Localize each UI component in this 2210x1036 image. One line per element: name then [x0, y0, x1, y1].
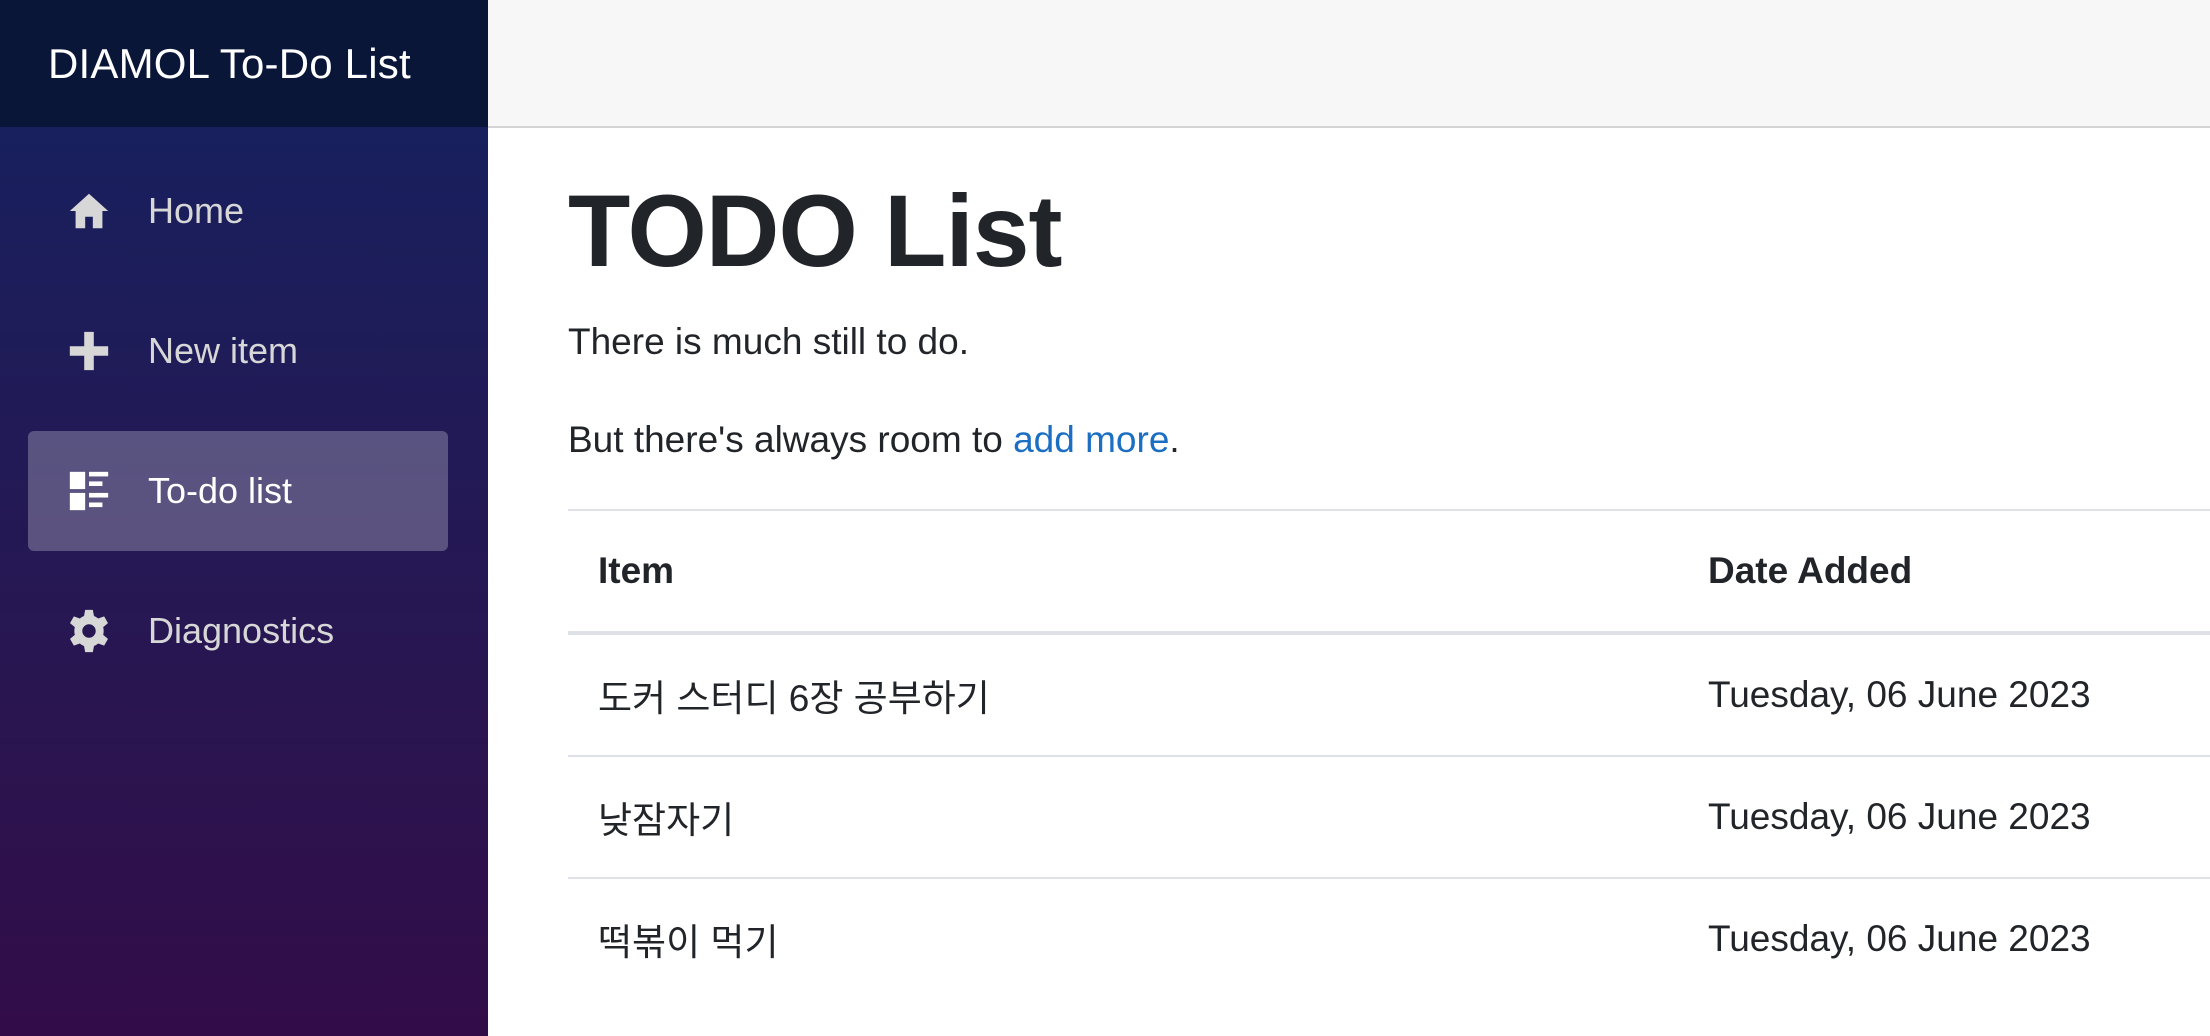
sidebar-item-label: New item [148, 330, 299, 371]
page-title: TODO List [568, 174, 1062, 288]
sidebar-nav: Home New item To-do list Diagnostics [0, 127, 488, 691]
top-row [488, 0, 2210, 128]
item-cell: 낮잠자기 [568, 755, 1678, 879]
plus-icon [66, 328, 112, 374]
date-cell: Tuesday, 06 June 2023 [1678, 632, 2210, 757]
brand-link[interactable]: DIAMOL To-Do List [48, 40, 411, 88]
item-cell: 도커 스터디 6장 공부하기 [568, 632, 1678, 757]
item-cell: 떡볶이 먹기 [568, 877, 1678, 1000]
table-header-row: Item Date Added [568, 509, 2210, 636]
brand-bar: DIAMOL To-Do List [0, 0, 488, 127]
sidebar-item-diagnostics[interactable]: Diagnostics [28, 571, 448, 691]
list-icon [66, 468, 112, 514]
sidebar-item-label: Home [148, 190, 245, 231]
content: TODO List There is much still to do. But… [488, 128, 2210, 1000]
add-more-suffix: . [1169, 419, 1180, 461]
lead-text: There is much still to do. [568, 321, 969, 363]
sidebar-item-label: To-do list [148, 470, 293, 511]
add-more-link[interactable]: add more [1013, 419, 1169, 460]
table-row: 떡볶이 먹기 Tuesday, 06 June 2023 [568, 877, 2210, 1000]
column-header-date-added: Date Added [1678, 509, 2210, 636]
sidebar-item-new-item[interactable]: New item [28, 291, 448, 411]
todo-table: Item Date Added 도커 스터디 6장 공부하기 Tuesday, … [568, 509, 2210, 1000]
add-more-prefix: But there's always room to [568, 419, 1014, 461]
sidebar-item-label: Diagnostics [148, 610, 335, 651]
table-row: 도커 스터디 6장 공부하기 Tuesday, 06 June 2023 [568, 632, 2210, 757]
home-icon [66, 188, 112, 234]
date-cell: Tuesday, 06 June 2023 [1678, 877, 2210, 1000]
table-row: 낮잠자기 Tuesday, 06 June 2023 [568, 755, 2210, 879]
main-content: TODO List There is much still to do. But… [488, 0, 2210, 1036]
sidebar-item-home[interactable]: Home [28, 151, 448, 271]
sidebar-item-todo-list[interactable]: To-do list [28, 431, 448, 551]
column-header-item: Item [568, 509, 1678, 636]
app-root: DIAMOL To-Do List Home New item To-do li… [0, 0, 2210, 1036]
gear-icon [66, 608, 112, 654]
date-cell: Tuesday, 06 June 2023 [1678, 755, 2210, 879]
add-more-text: But there's always room to add more. [568, 419, 2210, 461]
sidebar: DIAMOL To-Do List Home New item To-do li… [0, 0, 488, 1036]
